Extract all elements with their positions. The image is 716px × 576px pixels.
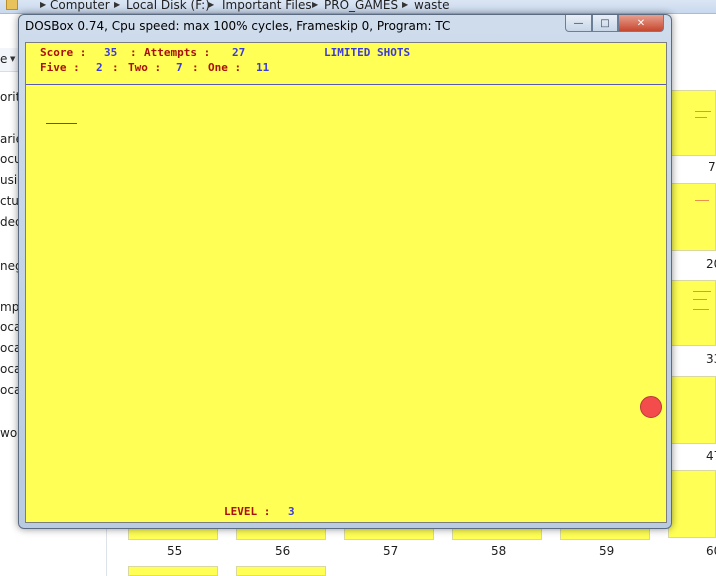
ball — [640, 396, 662, 418]
game-screen[interactable]: Score : 35 : Attempts : 27 LIMITED SHOTS… — [25, 42, 667, 523]
breadcrumb-separator-icon[interactable]: ▶ — [40, 0, 46, 9]
close-icon: ✕ — [636, 17, 646, 29]
breadcrumb-separator-icon[interactable]: ▶ — [402, 0, 408, 9]
one-value: 11 — [256, 61, 270, 74]
score-value: 35 — [104, 46, 118, 59]
file-thumbnail[interactable] — [668, 470, 716, 538]
minimize-button[interactable]: — — [565, 15, 592, 32]
toolbar-fragment[interactable]: e — [0, 52, 7, 66]
nav-item-pictures[interactable]: ctu — [0, 194, 19, 208]
thumbnail-caption: 57 — [383, 544, 399, 558]
score-label: Score : — [40, 46, 87, 59]
chevron-down-icon[interactable]: ▼ — [10, 55, 15, 63]
player-paddle — [46, 123, 77, 124]
folder-icon — [6, 0, 18, 10]
breadcrumb-separator-icon[interactable]: ▶ — [208, 0, 214, 9]
minimize-icon: — — [573, 17, 584, 29]
two-value: 7 — [176, 61, 183, 74]
thumbnail-caption: 56 — [275, 544, 291, 558]
file-thumbnail[interactable] — [236, 566, 326, 576]
hud-divider — [26, 84, 666, 85]
file-thumbnail[interactable] — [668, 280, 716, 346]
breadcrumb-separator-icon[interactable]: ▶ — [114, 0, 120, 9]
breadcrumb-local-disk[interactable]: Local Disk (F:) — [126, 0, 210, 12]
thumbnail-caption: 60 — [706, 544, 716, 558]
hud-separator: : — [130, 46, 137, 59]
file-thumbnail[interactable] — [668, 376, 716, 444]
file-thumbnail[interactable] — [668, 90, 716, 156]
thumbnail-caption: 33 — [706, 352, 716, 366]
level-label: LEVEL : — [224, 505, 271, 518]
thumbnail-caption: 59 — [599, 544, 615, 558]
thumbnail-caption: 47 — [706, 449, 716, 463]
five-label: Five : — [40, 61, 80, 74]
one-label: One : — [208, 61, 242, 74]
breadcrumb-computer[interactable]: Computer — [50, 0, 110, 12]
game-mode: LIMITED SHOTS — [324, 46, 411, 59]
maximize-icon: □ — [600, 17, 610, 29]
level-value: 3 — [288, 505, 295, 518]
breadcrumb-pro-games[interactable]: PRO_GAMES — [324, 0, 398, 12]
breadcrumb-waste[interactable]: waste — [414, 0, 450, 12]
breadcrumb-important-files[interactable]: Important Files — [222, 0, 312, 12]
thumbnail-caption: 55 — [167, 544, 183, 558]
window-title: DOSBox 0.74, Cpu speed: max 100% cycles,… — [25, 19, 451, 33]
maximize-button[interactable]: □ — [592, 15, 618, 32]
thumbnail-caption: 7 — [708, 160, 716, 174]
hud-separator: : — [192, 61, 199, 74]
attempts-label: Attempts : — [144, 46, 211, 59]
five-value: 2 — [96, 61, 103, 74]
dosbox-window[interactable]: DOSBox 0.74, Cpu speed: max 100% cycles,… — [18, 14, 672, 529]
two-label: Two : — [128, 61, 162, 74]
thumbnail-caption: 58 — [491, 544, 507, 558]
breadcrumb-separator-icon[interactable]: ▶ — [312, 0, 318, 9]
close-button[interactable]: ✕ — [618, 15, 664, 32]
explorer-address-bar[interactable]: ▶ Computer ▶ Local Disk (F:) ▶ Important… — [0, 0, 716, 14]
thumbnail-caption: 20 — [706, 257, 716, 271]
hud-separator: : — [112, 61, 119, 74]
file-thumbnail[interactable] — [668, 183, 716, 251]
file-thumbnail[interactable] — [128, 566, 218, 576]
attempts-value: 27 — [232, 46, 246, 59]
